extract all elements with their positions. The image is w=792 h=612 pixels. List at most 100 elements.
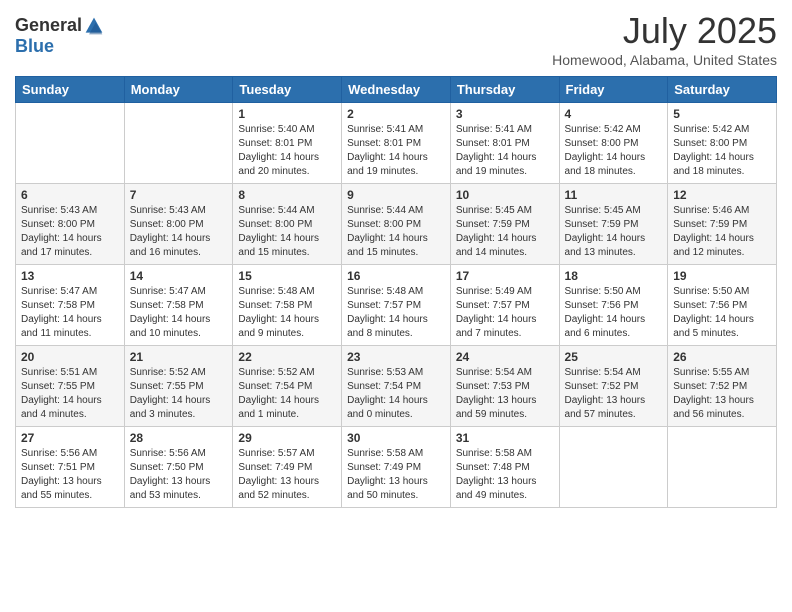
day-number: 9 <box>347 188 445 202</box>
day-info: Sunrise: 5:48 AMSunset: 7:58 PMDaylight:… <box>238 285 336 341</box>
day-info: Sunrise: 5:47 AMSunset: 7:58 PMDaylight:… <box>21 285 119 341</box>
calendar-week-row: 27Sunrise: 5:56 AMSunset: 7:51 PMDayligh… <box>16 427 777 508</box>
calendar-cell: 16 Sunrise: 5:48 AMSunset: 7:57 PMDayligh… <box>342 265 451 346</box>
day-number: 23 <box>347 350 445 364</box>
day-number: 16 <box>347 269 445 283</box>
calendar-week-row: 13 Sunrise: 5:47 AMSunset: 7:58 PMDayligh… <box>16 265 777 346</box>
calendar-cell: 2 Sunrise: 5:41 AMSunset: 8:01 PMDaylight… <box>342 103 451 184</box>
day-info: Sunrise: 5:52 AMSunset: 7:55 PMDaylight:… <box>130 366 228 422</box>
calendar-cell: 20 Sunrise: 5:51 AMSunset: 7:55 PMDayligh… <box>16 346 125 427</box>
day-number: 8 <box>238 188 336 202</box>
calendar-cell: 17 Sunrise: 5:49 AMSunset: 7:57 PMDayligh… <box>450 265 559 346</box>
day-number: 14 <box>130 269 228 283</box>
day-number: 13 <box>21 269 119 283</box>
calendar-cell: 19Sunrise: 5:50 AMSunset: 7:56 PMDayligh… <box>668 265 777 346</box>
day-of-week-header: Tuesday <box>233 77 342 103</box>
day-number: 24 <box>456 350 554 364</box>
day-info: Sunrise: 5:50 AMSunset: 7:56 PMDaylight:… <box>565 285 663 341</box>
calendar-cell: 13 Sunrise: 5:47 AMSunset: 7:58 PMDayligh… <box>16 265 125 346</box>
calendar-cell: 31 Sunrise: 5:58 AMSunset: 7:48 PMDayligh… <box>450 427 559 508</box>
day-info: Sunrise: 5:57 AMSunset: 7:49 PMDaylight:… <box>238 447 336 503</box>
day-info: Sunrise: 5:49 AMSunset: 7:57 PMDaylight:… <box>456 285 554 341</box>
day-of-week-header: Sunday <box>16 77 125 103</box>
calendar-cell: 10 Sunrise: 5:45 AMSunset: 7:59 PMDayligh… <box>450 184 559 265</box>
day-number: 25 <box>565 350 663 364</box>
calendar-cell: 27Sunrise: 5:56 AMSunset: 7:51 PMDayligh… <box>16 427 125 508</box>
day-info: Sunrise: 5:51 AMSunset: 7:55 PMDaylight:… <box>21 366 119 422</box>
day-number: 20 <box>21 350 119 364</box>
logo-blue-text: Blue <box>15 36 54 56</box>
day-number: 17 <box>456 269 554 283</box>
calendar-cell: 12 Sunrise: 5:46 AMSunset: 7:59 PMDayligh… <box>668 184 777 265</box>
calendar-cell: 24Sunrise: 5:54 AMSunset: 7:53 PMDayligh… <box>450 346 559 427</box>
day-info: Sunrise: 5:48 AMSunset: 7:57 PMDaylight:… <box>347 285 445 341</box>
day-number: 31 <box>456 431 554 445</box>
day-number: 21 <box>130 350 228 364</box>
day-number: 6 <box>21 188 119 202</box>
day-number: 30 <box>347 431 445 445</box>
calendar-cell: 15 Sunrise: 5:48 AMSunset: 7:58 PMDayligh… <box>233 265 342 346</box>
calendar-week-row: 20 Sunrise: 5:51 AMSunset: 7:55 PMDayligh… <box>16 346 777 427</box>
day-info: Sunrise: 5:50 AMSunset: 7:56 PMDaylight:… <box>673 285 771 341</box>
day-info: Sunrise: 5:42 AMSunset: 8:00 PMDaylight:… <box>673 123 771 179</box>
day-number: 12 <box>673 188 771 202</box>
calendar-cell <box>124 103 233 184</box>
day-number: 4 <box>565 107 663 121</box>
calendar-cell: 3 Sunrise: 5:41 AMSunset: 8:01 PMDaylight… <box>450 103 559 184</box>
day-info: Sunrise: 5:45 AMSunset: 7:59 PMDaylight:… <box>456 204 554 260</box>
day-info: Sunrise: 5:52 AMSunset: 7:54 PMDaylight:… <box>238 366 336 422</box>
day-info: Sunrise: 5:43 AMSunset: 8:00 PMDaylight:… <box>21 204 119 260</box>
day-number: 27 <box>21 431 119 445</box>
calendar-header-row: SundayMondayTuesdayWednesdayThursdayFrid… <box>16 77 777 103</box>
calendar-cell: 18Sunrise: 5:50 AMSunset: 7:56 PMDayligh… <box>559 265 668 346</box>
day-number: 28 <box>130 431 228 445</box>
day-number: 22 <box>238 350 336 364</box>
page: General Blue July 2025 Homewood, Alabama… <box>0 0 792 612</box>
calendar-cell: 26 Sunrise: 5:55 AMSunset: 7:52 PMDayligh… <box>668 346 777 427</box>
calendar-cell: 29 Sunrise: 5:57 AMSunset: 7:49 PMDayligh… <box>233 427 342 508</box>
logo-icon <box>84 16 104 36</box>
calendar-cell <box>16 103 125 184</box>
calendar-cell: 8 Sunrise: 5:44 AMSunset: 8:00 PMDaylight… <box>233 184 342 265</box>
calendar-cell: 6 Sunrise: 5:43 AMSunset: 8:00 PMDaylight… <box>16 184 125 265</box>
calendar-week-row: 6 Sunrise: 5:43 AMSunset: 8:00 PMDaylight… <box>16 184 777 265</box>
day-of-week-header: Saturday <box>668 77 777 103</box>
day-info: Sunrise: 5:40 AMSunset: 8:01 PMDaylight:… <box>238 123 336 179</box>
day-info: Sunrise: 5:45 AMSunset: 7:59 PMDaylight:… <box>565 204 663 260</box>
day-number: 3 <box>456 107 554 121</box>
day-info: Sunrise: 5:53 AMSunset: 7:54 PMDaylight:… <box>347 366 445 422</box>
day-number: 15 <box>238 269 336 283</box>
logo-general-text: General <box>15 15 82 36</box>
calendar-cell: 22 Sunrise: 5:52 AMSunset: 7:54 PMDayligh… <box>233 346 342 427</box>
calendar-cell <box>559 427 668 508</box>
calendar-cell: 21 Sunrise: 5:52 AMSunset: 7:55 PMDayligh… <box>124 346 233 427</box>
day-info: Sunrise: 5:41 AMSunset: 8:01 PMDaylight:… <box>456 123 554 179</box>
calendar-cell: 4Sunrise: 5:42 AMSunset: 8:00 PMDaylight… <box>559 103 668 184</box>
day-of-week-header: Thursday <box>450 77 559 103</box>
calendar-cell: 7Sunrise: 5:43 AMSunset: 8:00 PMDaylight… <box>124 184 233 265</box>
day-number: 2 <box>347 107 445 121</box>
day-of-week-header: Wednesday <box>342 77 451 103</box>
month-title: July 2025 <box>552 10 777 52</box>
day-info: Sunrise: 5:56 AMSunset: 7:50 PMDaylight:… <box>130 447 228 503</box>
day-number: 29 <box>238 431 336 445</box>
location: Homewood, Alabama, United States <box>552 52 777 68</box>
day-number: 10 <box>456 188 554 202</box>
day-info: Sunrise: 5:46 AMSunset: 7:59 PMDaylight:… <box>673 204 771 260</box>
day-info: Sunrise: 5:55 AMSunset: 7:52 PMDaylight:… <box>673 366 771 422</box>
calendar-cell <box>668 427 777 508</box>
day-info: Sunrise: 5:44 AMSunset: 8:00 PMDaylight:… <box>238 204 336 260</box>
day-info: Sunrise: 5:41 AMSunset: 8:01 PMDaylight:… <box>347 123 445 179</box>
day-number: 1 <box>238 107 336 121</box>
day-number: 7 <box>130 188 228 202</box>
calendar-cell: 14Sunrise: 5:47 AMSunset: 7:58 PMDayligh… <box>124 265 233 346</box>
day-number: 26 <box>673 350 771 364</box>
calendar-table: SundayMondayTuesdayWednesdayThursdayFrid… <box>15 76 777 508</box>
title-area: July 2025 Homewood, Alabama, United Stat… <box>552 10 777 68</box>
calendar-cell: 30 Sunrise: 5:58 AMSunset: 7:49 PMDayligh… <box>342 427 451 508</box>
day-info: Sunrise: 5:58 AMSunset: 7:48 PMDaylight:… <box>456 447 554 503</box>
calendar-cell: 11Sunrise: 5:45 AMSunset: 7:59 PMDayligh… <box>559 184 668 265</box>
day-of-week-header: Monday <box>124 77 233 103</box>
day-info: Sunrise: 5:54 AMSunset: 7:52 PMDaylight:… <box>565 366 663 422</box>
day-info: Sunrise: 5:58 AMSunset: 7:49 PMDaylight:… <box>347 447 445 503</box>
